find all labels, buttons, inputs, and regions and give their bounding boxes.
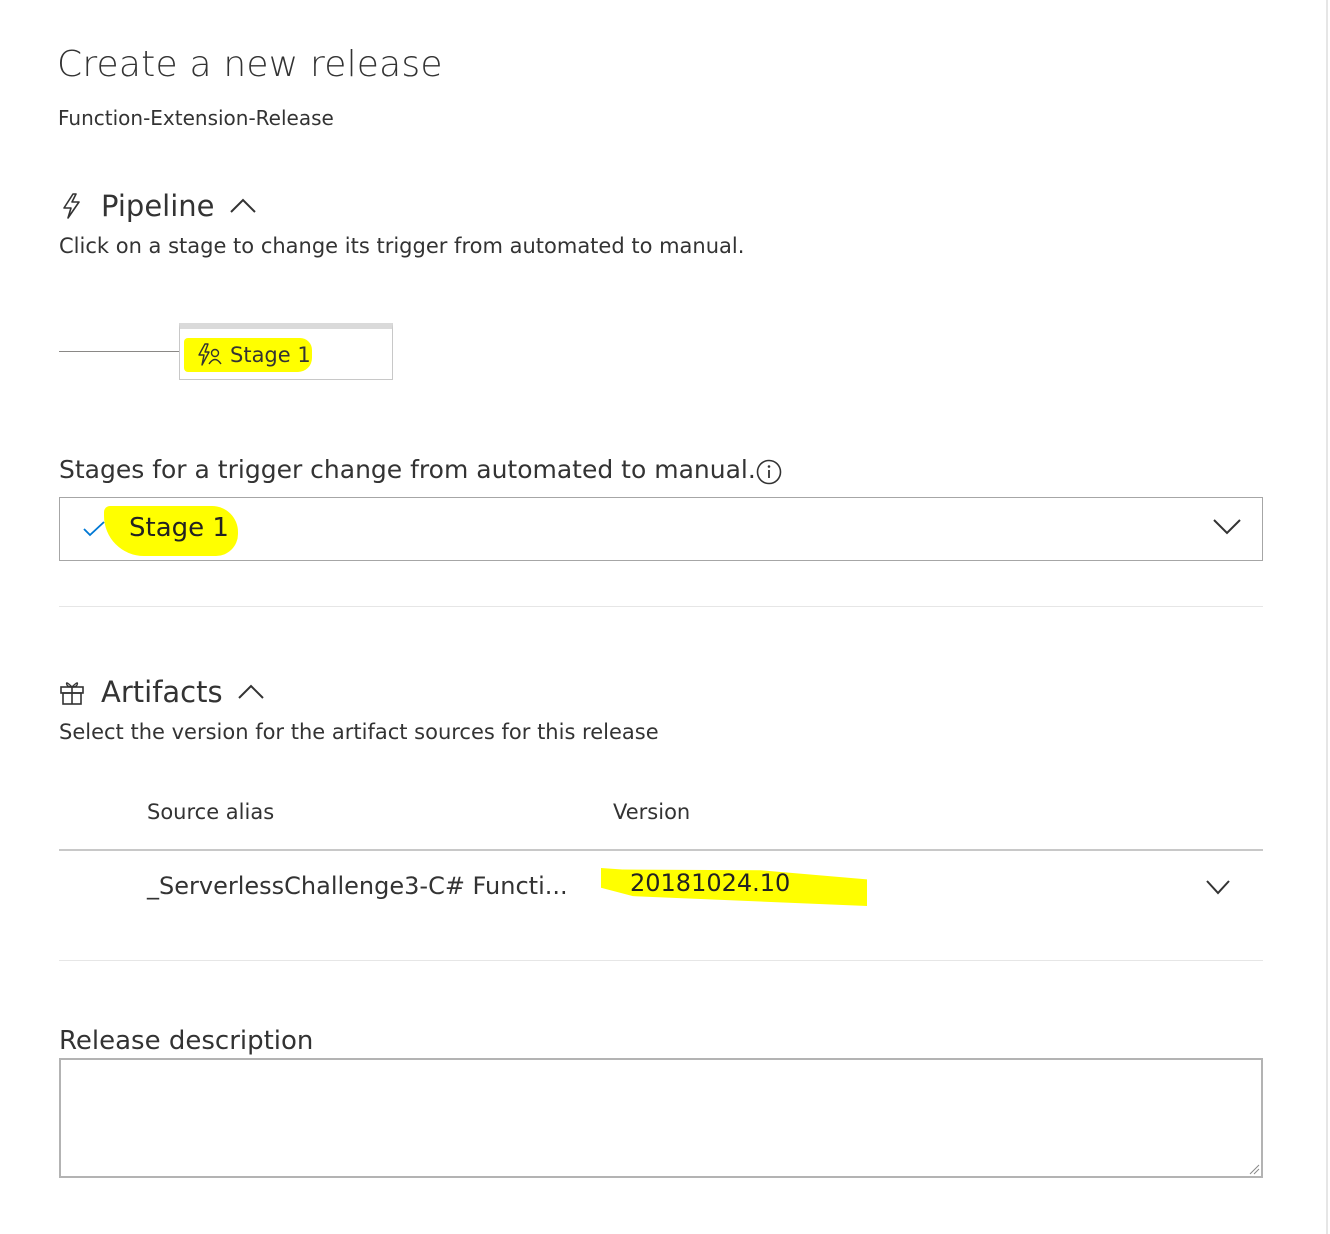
checkmark-icon: [83, 521, 105, 537]
page-title: Create a new release: [57, 44, 443, 85]
release-description-input[interactable]: [59, 1058, 1263, 1178]
pipeline-section-toggle[interactable]: Pipeline: [59, 186, 257, 226]
column-header-version: Version: [613, 800, 691, 824]
artifacts-description: Select the version for the artifact sour…: [59, 720, 659, 744]
section-divider: [59, 606, 1263, 607]
panel-divider: [1326, 0, 1328, 1234]
version-dropdown-value[interactable]: 20181024.10: [630, 869, 790, 897]
manual-trigger-label: Stages for a trigger change from automat…: [59, 455, 756, 484]
chevron-up-icon[interactable]: [229, 197, 257, 215]
artifacts-section-title: Artifacts: [101, 675, 223, 709]
column-header-source-alias: Source alias: [147, 800, 275, 824]
artifacts-section-toggle[interactable]: Artifacts: [59, 672, 265, 712]
pipeline-description: Click on a stage to change its trigger f…: [59, 234, 745, 258]
stage-card[interactable]: Stage 1: [179, 323, 393, 380]
release-description-label: Release description: [59, 1026, 314, 1056]
info-icon[interactable]: [756, 459, 782, 485]
lightning-person-icon: [198, 343, 222, 366]
chevron-down-icon[interactable]: [1212, 516, 1242, 536]
resize-handle-icon[interactable]: [1248, 1163, 1260, 1175]
manual-trigger-dropdown[interactable]: Stage 1: [59, 497, 1263, 561]
section-divider: [59, 960, 1263, 961]
create-release-panel: Create a new release Function-Extension-…: [0, 0, 1330, 1234]
table-header-divider: [59, 849, 1263, 851]
stage-name: Stage 1: [230, 343, 311, 367]
lightning-icon: [63, 193, 80, 219]
chevron-up-icon[interactable]: [237, 683, 265, 701]
pipeline-section-title: Pipeline: [101, 189, 215, 223]
stage-highlight: Stage 1: [184, 338, 312, 372]
pipeline-name: Function-Extension-Release: [58, 106, 334, 130]
pipeline-connector: [59, 351, 180, 352]
selected-stage: Stage 1: [129, 513, 229, 543]
chevron-down-icon[interactable]: [1205, 878, 1231, 896]
source-alias-cell: _ServerlessChallenge3-C# Functi...: [147, 872, 568, 900]
gift-icon: [60, 682, 84, 705]
